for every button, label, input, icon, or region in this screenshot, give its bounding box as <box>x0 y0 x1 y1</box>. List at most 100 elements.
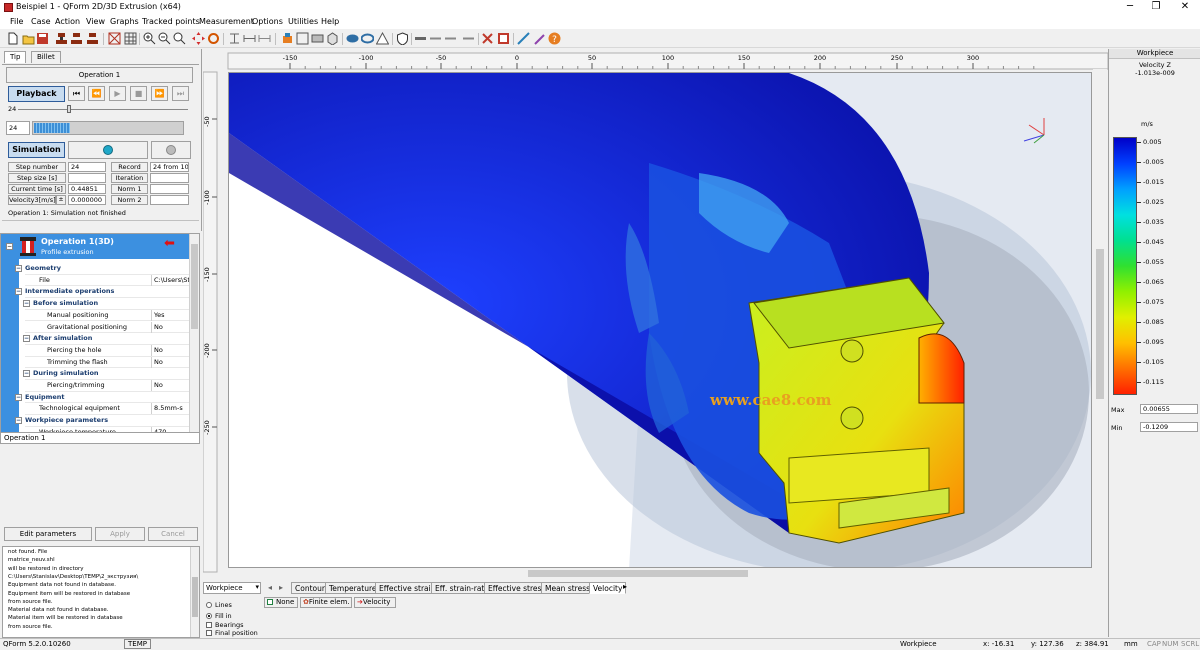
tab-mean-stress[interactable]: Mean stress <box>541 582 595 594</box>
tool-icon-3[interactable] <box>444 32 457 45</box>
tree-section[interactable]: Workpiece parameters − <box>15 415 189 427</box>
tree-row[interactable]: Trimming the flash No <box>25 356 189 369</box>
measure-icon[interactable] <box>228 32 241 45</box>
tree-row-value[interactable]: No <box>151 380 189 391</box>
option-lines[interactable]: Lines <box>206 601 232 609</box>
help-icon[interactable]: ? <box>548 32 561 45</box>
open-folder-icon[interactable] <box>22 32 35 45</box>
vertical-scrollbar[interactable] <box>1093 69 1107 569</box>
cube-icon[interactable] <box>326 32 339 45</box>
horizontal-scrollbar[interactable] <box>228 568 1093 578</box>
stop-icon[interactable] <box>497 32 510 45</box>
model-canvas[interactable]: www.cae8.com <box>228 72 1092 568</box>
tree-row[interactable]: Technological equipment 8.5mm-s <box>25 403 189 416</box>
tab-scroll-left-icon[interactable]: ◂ <box>268 583 272 592</box>
mode-finite-elem-button[interactable]: ✿Finite elem. <box>300 597 352 608</box>
menu-options[interactable]: Options <box>252 17 283 26</box>
tree-scrollbar[interactable] <box>189 234 199 432</box>
tree-row-value[interactable]: Yes <box>151 309 189 321</box>
horizontal-scroll-thumb[interactable] <box>528 570 748 577</box>
tree-row[interactable]: Piercing/trimming No <box>25 380 189 392</box>
collapse-section-icon[interactable]: − <box>15 393 22 401</box>
first-frame-button[interactable]: ⏮ <box>68 86 85 101</box>
mode-none-button[interactable]: None <box>264 597 298 608</box>
tool-icon-4[interactable] <box>462 32 475 45</box>
mode-velocity-button[interactable]: ➔Velocity <box>354 597 396 608</box>
rotate-icon[interactable] <box>207 32 220 45</box>
tab-tip[interactable]: Tip <box>4 51 27 63</box>
cut-icon[interactable] <box>481 32 494 45</box>
collapse-section-icon[interactable]: − <box>15 265 22 272</box>
tree-section[interactable]: Before simulation − <box>23 298 189 310</box>
save-icon[interactable] <box>36 32 49 45</box>
last-frame-button[interactable]: ⏭ <box>172 86 189 101</box>
frame-field[interactable]: 24 <box>6 121 30 135</box>
tab-effective-stress[interactable]: Effective stress <box>484 582 550 594</box>
press-icon-2[interactable] <box>70 32 83 45</box>
log-scrollbar[interactable] <box>190 547 199 637</box>
tab-scroll-right-icon[interactable]: ▸ <box>279 583 283 592</box>
tree-row[interactable]: Gravitational positioning No <box>25 321 189 334</box>
mesh-icon[interactable] <box>108 32 121 45</box>
log-scroll-thumb[interactable] <box>192 577 198 617</box>
previous-frame-button[interactable]: ⏪ <box>88 86 105 101</box>
zoom-out-icon[interactable] <box>158 32 171 45</box>
section-icon[interactable] <box>311 32 324 45</box>
distance-icon[interactable] <box>243 32 256 45</box>
tree-section[interactable]: After simulation − <box>23 333 189 345</box>
tree-section[interactable]: Equipment − <box>15 392 189 404</box>
tab-billet[interactable]: Billet <box>31 51 61 63</box>
collapse-section-icon[interactable]: − <box>15 288 22 296</box>
stop-button[interactable]: ■ <box>130 86 147 101</box>
tree-section[interactable]: Intermediate operations − <box>15 286 189 299</box>
playback-slider-track[interactable] <box>18 109 188 110</box>
operation-header[interactable]: Operation 1(3D) Profile extrusion ⬅ <box>19 234 189 259</box>
tree-row[interactable]: Piercing the hole No <box>25 344 189 357</box>
tab-velocity[interactable]: Velocity <box>589 582 627 594</box>
tool-icon[interactable] <box>414 32 427 45</box>
tab-more-icon[interactable]: ▸ <box>623 582 627 591</box>
tree-row[interactable]: Manual positioning Yes <box>25 309 189 322</box>
shield-icon[interactable] <box>396 32 409 45</box>
tree-row-value[interactable]: No <box>151 344 189 356</box>
menu-graphs[interactable]: Graphs <box>110 17 139 26</box>
tree-section[interactable]: Geometry − <box>15 263 189 275</box>
next-frame-button[interactable]: ⏩ <box>151 86 168 101</box>
edit-parameters-button[interactable]: Edit parameters <box>4 527 92 541</box>
menu-utilities[interactable]: Utilities <box>288 17 318 26</box>
pan-icon[interactable] <box>192 32 205 45</box>
menu-measurement[interactable]: Measurement <box>199 17 254 26</box>
menu-action[interactable]: Action <box>55 17 80 26</box>
zoom-fit-icon[interactable] <box>173 32 186 45</box>
option-bearings[interactable]: Bearings <box>206 621 244 629</box>
press-icon[interactable] <box>55 32 68 45</box>
close-button[interactable]: ✕ <box>1170 0 1200 15</box>
tab-contour[interactable]: Contour <box>291 582 329 594</box>
menu-case[interactable]: Case <box>31 17 51 26</box>
width-icon[interactable] <box>258 32 271 45</box>
chart-icon[interactable] <box>517 32 530 45</box>
collapse-section-icon[interactable]: − <box>23 300 30 308</box>
menu-help[interactable]: Help <box>321 17 339 26</box>
tree-row[interactable]: File C:\Users\Stanis <box>25 274 189 287</box>
play-button[interactable]: ▶ <box>109 86 126 101</box>
tab-temperature[interactable]: Temperature <box>325 582 381 594</box>
tool-icon-2[interactable] <box>429 32 442 45</box>
playback-button[interactable]: Playback <box>8 86 65 102</box>
vertical-scroll-thumb[interactable] <box>1096 249 1104 399</box>
collapse-section-icon[interactable]: − <box>15 417 22 425</box>
tree-scroll-thumb[interactable] <box>191 244 198 329</box>
tree-section[interactable]: During simulation − <box>23 368 189 380</box>
start-simulation-button[interactable] <box>68 141 148 159</box>
collapse-operation-icon[interactable]: − <box>6 243 13 250</box>
stop-simulation-button[interactable] <box>151 141 191 159</box>
object-select[interactable]: Workpiece ▾ <box>203 582 261 594</box>
option-final-position[interactable]: Final position <box>206 629 258 637</box>
operation-button[interactable]: Operation 1 <box>6 67 193 83</box>
grid-icon[interactable] <box>124 32 137 45</box>
velocity-field[interactable]: 0.000000 <box>68 195 106 205</box>
menu-view[interactable]: View <box>86 17 105 26</box>
view-icon[interactable] <box>296 32 309 45</box>
brush-icon[interactable] <box>533 32 546 45</box>
tree-row-value[interactable]: C:\Users\Stanis <box>151 274 189 286</box>
